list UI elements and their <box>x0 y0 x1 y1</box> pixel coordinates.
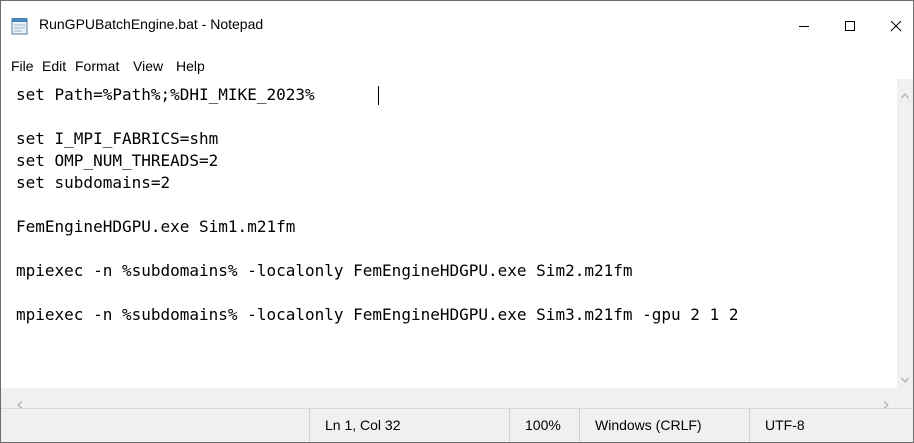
status-bar: Ln 1, Col 32 100% Windows (CRLF) UTF-8 <box>1 408 913 442</box>
notepad-icon <box>11 18 30 35</box>
menu-edit[interactable]: Edit <box>42 58 66 74</box>
menu-bar: File Edit Format View Help <box>1 57 913 79</box>
vertical-scrollbar[interactable] <box>897 79 913 388</box>
editor-content[interactable]: set Path=%Path%;%DHI_MIKE_2023% set I_MP… <box>16 84 738 326</box>
menu-view[interactable]: View <box>133 58 163 74</box>
line-ending: Windows (CRLF) <box>579 409 749 442</box>
menu-format[interactable]: Format <box>75 58 119 74</box>
title-bar[interactable]: RunGPUBatchEngine.bat - Notepad <box>1 1 913 51</box>
text-editor[interactable]: set Path=%Path%;%DHI_MIKE_2023% set I_MP… <box>1 79 913 388</box>
text-caret <box>378 86 379 105</box>
scrollbar-corner <box>897 388 913 408</box>
maximize-button[interactable] <box>827 1 873 51</box>
scroll-up-icon[interactable] <box>901 84 909 103</box>
cursor-position: Ln 1, Col 32 <box>309 409 509 442</box>
minimize-icon <box>799 26 809 27</box>
encoding: UTF-8 <box>749 409 913 442</box>
zoom-level: 100% <box>509 409 579 442</box>
close-icon <box>890 20 902 32</box>
menu-file[interactable]: File <box>11 58 34 74</box>
minimize-button[interactable] <box>781 1 827 51</box>
close-button[interactable] <box>873 1 913 51</box>
scroll-down-icon[interactable] <box>901 368 909 387</box>
window-title: RunGPUBatchEngine.bat - Notepad <box>39 16 264 32</box>
maximize-icon <box>845 21 855 31</box>
horizontal-scrollbar[interactable] <box>1 388 897 409</box>
notepad-window: RunGPUBatchEngine.bat - Notepad File Edi… <box>0 0 914 443</box>
menu-help[interactable]: Help <box>176 58 205 74</box>
